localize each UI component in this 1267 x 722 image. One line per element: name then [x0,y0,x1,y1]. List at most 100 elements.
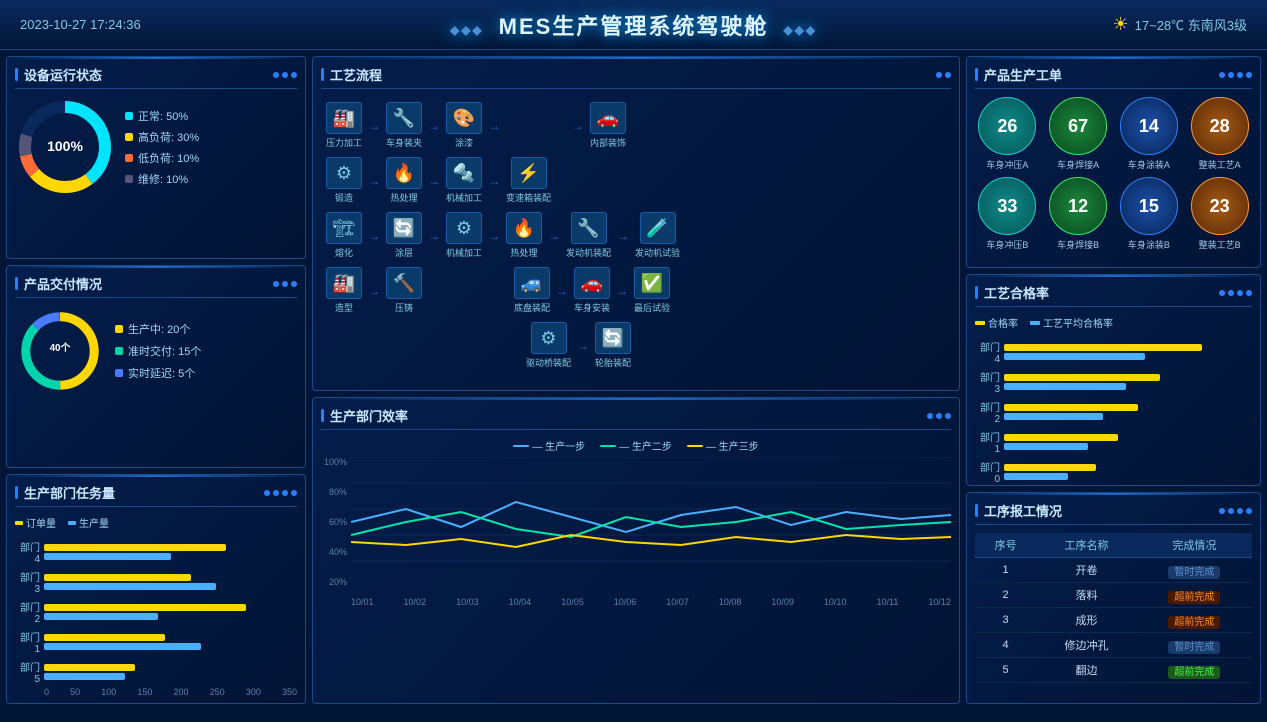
cell-status-5: 超前完成 [1137,658,1252,683]
order-card-1[interactable]: 26 车身冲压A [975,97,1040,171]
order-card-5[interactable]: 33 车身冲压B [975,177,1040,251]
dot4 [1246,508,1252,514]
panel-dots [927,413,951,419]
process-node-interior: 🚗 内部装饰 [590,102,626,149]
process-node-engine: 🔧 发动机装配 [566,212,611,259]
panel-dots [264,490,297,496]
device-status-title: 设备运行状态 [15,65,297,89]
line2-sample [600,445,616,447]
line3-sample [687,445,703,447]
order-card-8[interactable]: 23 整装工艺B [1187,177,1252,251]
arrow1: → [368,119,380,133]
quality-group-4 [1004,434,1252,450]
order-card-6[interactable]: 12 车身焊接B [1046,177,1111,251]
bar-row-5: 部门4 [15,539,297,565]
process-node-drive: ⚙ 驱动桥装配 [526,322,571,369]
dept-bar-chart: 部门4 部门3 部门2 [15,534,297,685]
process-node-heat2: 🔥 热处理 [506,212,542,259]
line2-label: — 生产二步 [619,438,672,453]
cell-no-1: 1 [975,558,1036,583]
node-icon-model: 🏭 [326,267,362,299]
dot1 [273,72,279,78]
avg-bar-4 [1004,443,1088,450]
dot3 [1237,72,1243,78]
table-row-3: 3 成形 超前完成 [975,608,1252,633]
legend-item: 维修: 10% [125,171,297,187]
legend-item: 高负荷: 30% [125,129,297,145]
produce-bar-5 [44,553,171,560]
arrow13: → [368,284,380,298]
cell-name-1: 开卷 [1036,558,1137,583]
dot2 [282,281,288,287]
process-row-5: ⚙ 驱动桥装配 → 🔄 轮胎装配 [326,322,946,369]
workreport-table: 序号 工序名称 完成情况 1 开卷 暂时完成 2 落 [975,533,1252,683]
legend-item-ontime: 准时交付: 15个 [115,343,297,359]
efficiency-chart: 100% 80% 60% 40% 20% [321,457,951,607]
order-card-2[interactable]: 67 车身焊接A [1046,97,1111,171]
arrow4: → [572,119,584,133]
legend-label-repair: 维修: 10% [138,171,188,187]
legend-rate: 合格率 [975,315,1018,330]
cell-no-5: 5 [975,658,1036,683]
arrow11: → [548,229,560,243]
dept-task-panel: 生产部门任务量 订单量 生产量 [6,474,306,704]
legend-produce: 生产量 [68,515,109,530]
process-row-3: 🏗 熔化 → 🔄 涂层 → ⚙ 机械加工 → 🔥 [326,212,946,259]
produce-bar-1 [44,673,125,680]
avg-bar-1 [1004,353,1145,360]
status-badge-1: 暂时完成 [1168,566,1220,579]
rate-bar-4 [1004,434,1118,441]
device-ring-chart: 100% [15,97,115,197]
rate-bar-2 [1004,374,1160,381]
order-bar-5 [44,544,226,551]
cell-name-4: 修边冲孔 [1036,633,1137,658]
delivery-title: 产品交付情况 [15,274,297,298]
node-icon-body: 🚗 [574,267,610,299]
delivery-content: 40个 生产中: 20个 准时交付: 15个 实时延迟: 5个 [15,306,297,396]
right-column: 产品生产工单 26 车身冲压A 67 [966,56,1261,704]
table-row-4: 4 修边冲孔 暂时完成 [975,633,1252,658]
order-label-4: 整装工艺A [1199,158,1241,171]
order-card-4[interactable]: 28 整装工艺A [1187,97,1252,171]
dot3 [945,413,951,419]
dot4 [291,490,297,496]
process-node-paint: 🎨 涂漆 [446,102,482,149]
node-icon-mech: 🔩 [446,157,482,189]
bar-group-5 [44,544,297,560]
arrow7: → [488,174,500,188]
legend-dot-low [125,154,133,162]
process-node-forge: ⚙ 锻造 [326,157,362,204]
order-card-7[interactable]: 15 车身涂装B [1117,177,1182,251]
weather-text: 17~28℃ 东南风3级 [1135,15,1247,34]
node-icon-forge: ⚙ [326,157,362,189]
avg-bar-2 [1004,383,1126,390]
delivery-legend: 生产中: 20个 准时交付: 15个 实时延迟: 5个 [115,321,297,381]
produce-bar-3 [44,613,158,620]
node-icon-pressure: 🏭 [326,102,362,134]
svg-text:40个: 40个 [50,341,71,354]
process-node-body: 🚗 车身安装 [574,267,610,314]
order-card-3[interactable]: 14 车身涂装A [1117,97,1182,171]
order-number-3: 14 [1139,117,1159,135]
dot-order [15,521,23,525]
process-node-chassis: 🚙 底盘装配 [514,267,550,314]
produce-bar-2 [44,643,201,650]
bar-row-2: 部门1 [15,629,297,655]
cell-name-2: 落料 [1036,583,1137,608]
dept-bar-legend: 订单量 生产量 [15,515,297,530]
arrow16: → [577,339,589,353]
order-number-4: 28 [1210,117,1230,135]
avg-bar-5 [1004,473,1068,480]
legend-dot-normal [125,112,133,120]
cell-status-2: 超前完成 [1137,583,1252,608]
efficiency-panel: 生产部门效率 — 生产一步 — 生产二步 — 生产三步 [312,397,960,704]
cell-status-4: 暂时完成 [1137,633,1252,658]
dot-avg [1030,321,1040,325]
x-axis-dept: 0 50 100 150 200 250 300 350 [15,687,297,697]
col-status: 完成情况 [1137,533,1252,558]
dot3 [1237,508,1243,514]
svg-text:100%: 100% [47,138,83,154]
quality-row-5: 部门0 [975,459,1252,485]
cell-no-2: 2 [975,583,1036,608]
efficiency-title: 生产部门效率 [321,406,951,430]
